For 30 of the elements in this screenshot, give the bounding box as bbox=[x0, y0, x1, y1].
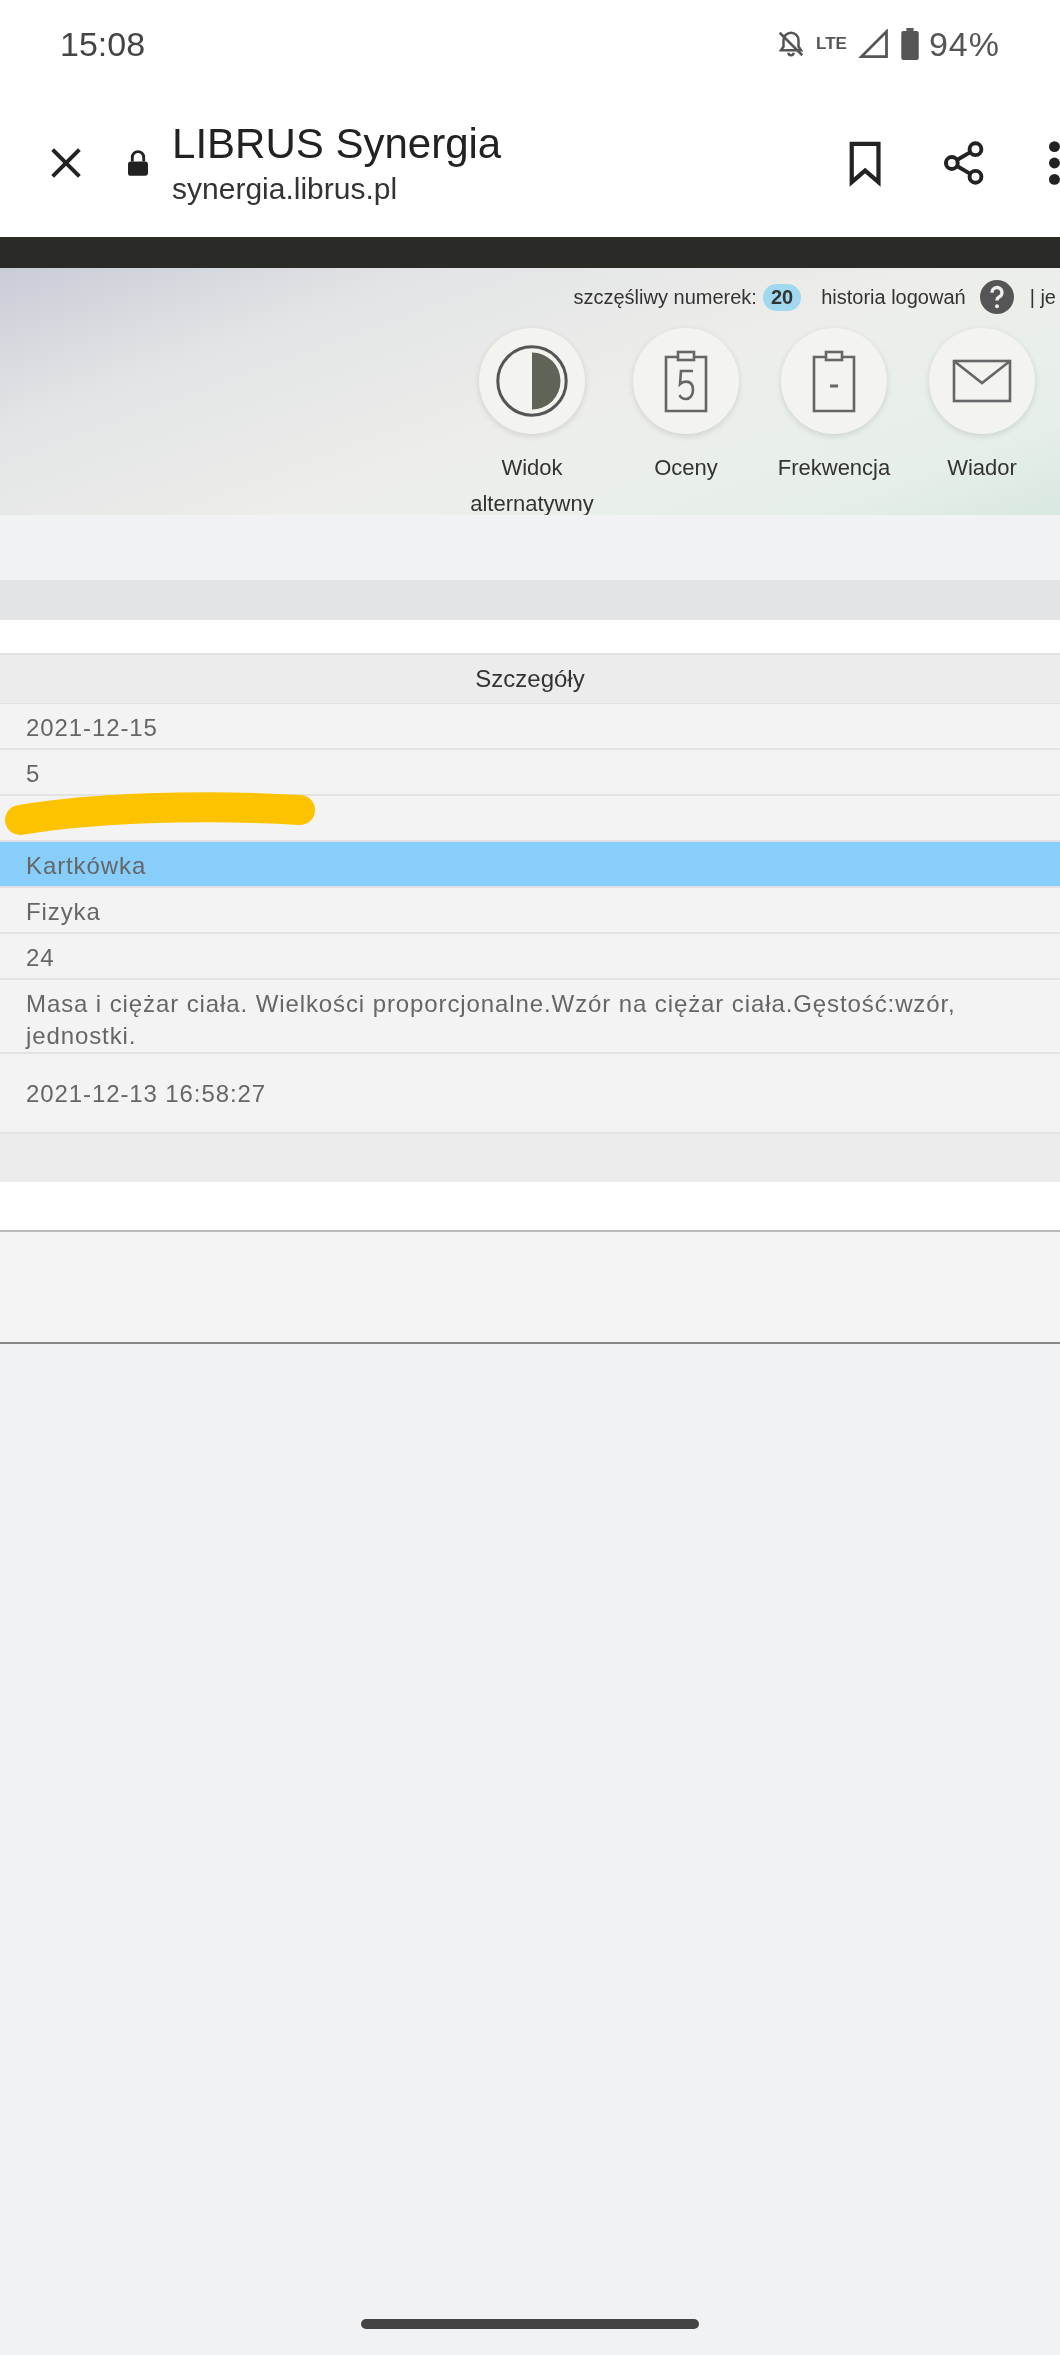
table-cell-text: Kartkówka bbox=[26, 851, 148, 881]
table-cell-text: Masa i ciężar ciała. Wielkości proporcjonalne.Wzór na ciężar ciała.Gęstość:wzór, jednostki. bbox=[26, 989, 957, 1051]
table-cell-text: 2021-12-13 16:58:27 bbox=[26, 1079, 267, 1109]
clock-time: 15:08 bbox=[60, 24, 146, 64]
table-cell-text: 24 bbox=[26, 943, 56, 973]
signal-icon bbox=[856, 29, 891, 59]
nav-item[interactable]: Frekwencja bbox=[760, 328, 908, 515]
nav-item[interactable]: Widok alternatywny bbox=[452, 328, 612, 515]
table-cell-text: Fizyka bbox=[26, 897, 102, 927]
battery-icon bbox=[900, 28, 919, 60]
nav-item[interactable]: Wiador bbox=[908, 328, 1056, 515]
more-icon[interactable] bbox=[1049, 138, 1060, 187]
lucky-number-label: szczęśliwy numerek: bbox=[573, 285, 757, 309]
page-url: synergia.librus.pl bbox=[172, 171, 399, 206]
table-heading: Szczegóły bbox=[0, 653, 1060, 704]
envelope-icon bbox=[952, 359, 1012, 403]
table-cell-text: 5 bbox=[26, 759, 42, 789]
nav-item[interactable]: Oceny bbox=[612, 328, 760, 515]
network-type: LTE bbox=[816, 34, 847, 54]
help-icon[interactable] bbox=[979, 280, 1014, 314]
lock-icon bbox=[128, 147, 149, 178]
battery-level: 94% bbox=[928, 24, 1000, 64]
table-cell-text: 2021-12-15 bbox=[26, 713, 159, 743]
clipboard-five-icon bbox=[664, 349, 708, 413]
contrast-icon bbox=[494, 343, 570, 419]
lucky-number-badge: 20 bbox=[762, 283, 802, 311]
cut-link[interactable]: | je bbox=[1029, 285, 1056, 309]
page-title: LIBRUS Synergia bbox=[172, 119, 503, 168]
clipboard-dash-icon bbox=[812, 349, 856, 413]
login-history-link[interactable]: historia logowań bbox=[821, 285, 966, 309]
